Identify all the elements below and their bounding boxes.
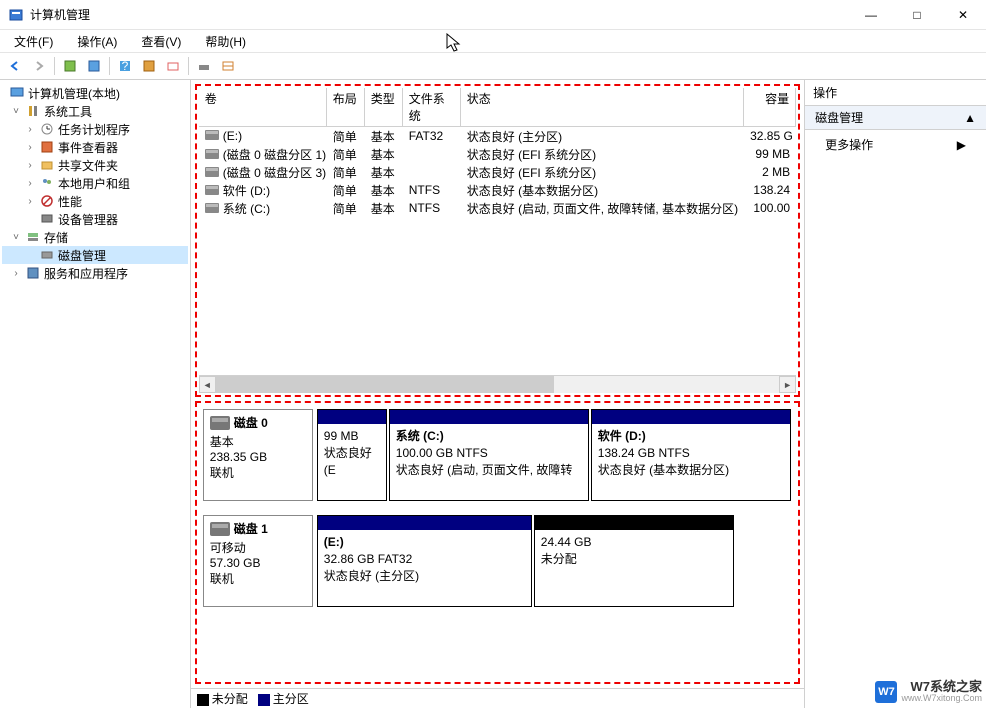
clock-icon [39, 121, 55, 137]
col-fs[interactable]: 文件系统 [403, 88, 461, 126]
scrollbar-track[interactable] [216, 376, 779, 393]
tree-task-scheduler[interactable]: › 任务计划程序 [2, 120, 188, 138]
performance-icon [39, 193, 55, 209]
volume-list-region: 卷 布局 类型 文件系统 状态 容量 (E:)简单基本FAT32状态良好 (主分… [195, 84, 800, 397]
toolbar-btn-5[interactable] [193, 55, 215, 77]
menu-action[interactable]: 操作(A) [71, 31, 123, 52]
drive-icon [205, 185, 219, 195]
center-panel: 卷 布局 类型 文件系统 状态 容量 (E:)简单基本FAT32状态良好 (主分… [191, 80, 805, 708]
titlebar: 计算机管理 — □ ✕ [0, 0, 986, 30]
menu-view[interactable]: 查看(V) [135, 31, 187, 52]
partition[interactable]: 24.44 GB未分配 [534, 515, 734, 607]
forward-button[interactable] [28, 55, 50, 77]
volume-row[interactable]: (E:)简单基本FAT32状态良好 (主分区)32.85 G [199, 127, 796, 145]
scroll-left-button[interactable]: ◄ [199, 376, 216, 393]
col-volume[interactable]: 卷 [199, 88, 327, 126]
tree-local-users[interactable]: › 本地用户和组 [2, 174, 188, 192]
drive-icon [205, 167, 219, 177]
event-icon [39, 139, 55, 155]
tools-icon [25, 103, 41, 119]
actions-panel: 操作 磁盘管理 ▲ 更多操作 ▶ [805, 80, 986, 708]
disk-mgmt-icon [39, 247, 55, 263]
menu-help[interactable]: 帮助(H) [199, 31, 252, 52]
close-button[interactable]: ✕ [940, 0, 986, 30]
disk-graphical-region: 磁盘 0基本238.35 GB联机99 MB状态良好 (E系统 (C:)100.… [195, 401, 800, 684]
chevron-right-icon: ▶ [957, 138, 966, 152]
collapse-icon: ▲ [964, 111, 976, 125]
drive-icon [205, 130, 219, 140]
col-status[interactable]: 状态 [461, 88, 744, 126]
disk-block: 磁盘 0基本238.35 GB联机99 MB状态良好 (E系统 (C:)100.… [203, 409, 792, 501]
menu-file[interactable]: 文件(F) [8, 31, 59, 52]
tree-services[interactable]: › 服务和应用程序 [2, 264, 188, 282]
volume-header: 卷 布局 类型 文件系统 状态 容量 [199, 88, 796, 127]
toolbar-btn-1[interactable] [59, 55, 81, 77]
volume-row[interactable]: 软件 (D:)简单基本NTFS状态良好 (基本数据分区)138.24 [199, 181, 796, 199]
tree-system-tools[interactable]: ˅ 系统工具 [2, 102, 188, 120]
tree-performance[interactable]: › 性能 [2, 192, 188, 210]
actions-more[interactable]: 更多操作 ▶ [805, 130, 986, 159]
menubar: 文件(F) 操作(A) 查看(V) 帮助(H) [0, 30, 986, 52]
folder-icon [39, 157, 55, 173]
legend-unallocated: 未分配 [197, 690, 248, 707]
col-type[interactable]: 类型 [365, 88, 403, 126]
disk-block: 磁盘 1可移动57.30 GB联机(E:)32.86 GB FAT32状态良好 … [203, 515, 792, 607]
toolbar-btn-6[interactable] [217, 55, 239, 77]
app-icon [8, 7, 24, 23]
scrollbar-thumb[interactable] [216, 376, 554, 393]
actions-header: 操作 [805, 80, 986, 106]
volume-row[interactable]: (磁盘 0 磁盘分区 1)简单基本状态良好 (EFI 系统分区)99 MB [199, 145, 796, 163]
device-icon [39, 211, 55, 227]
help-button[interactable]: ? [114, 55, 136, 77]
watermark-main: W7系统之家 [901, 680, 982, 694]
window-title: 计算机管理 [30, 6, 848, 23]
computer-icon [9, 85, 25, 101]
maximize-button[interactable]: □ [894, 0, 940, 30]
legend: 未分配 主分区 [191, 688, 804, 708]
toolbar-btn-4[interactable] [162, 55, 184, 77]
services-icon [25, 265, 41, 281]
partition[interactable]: 系统 (C:)100.00 GB NTFS状态良好 (启动, 页面文件, 故障转 [389, 409, 589, 501]
tree-shared-folders[interactable]: › 共享文件夹 [2, 156, 188, 174]
col-capacity[interactable]: 容量 [744, 88, 796, 126]
svg-text:?: ? [122, 59, 129, 73]
drive-icon [205, 203, 219, 213]
users-icon [39, 175, 55, 191]
navigation-tree[interactable]: 计算机管理(本地) ˅ 系统工具 › 任务计划程序 › 事件查看器 › 共享文件… [0, 80, 191, 708]
tree-storage[interactable]: ˅ 存储 [2, 228, 188, 246]
disk-info[interactable]: 磁盘 1可移动57.30 GB联机 [203, 515, 313, 607]
volume-row[interactable]: 系统 (C:)简单基本NTFS状态良好 (启动, 页面文件, 故障转储, 基本数… [199, 199, 796, 217]
disk-icon [210, 522, 230, 536]
tree-device-manager[interactable]: 设备管理器 [2, 210, 188, 228]
partition[interactable]: 软件 (D:)138.24 GB NTFS状态良好 (基本数据分区) [591, 409, 791, 501]
disk-icon [210, 416, 230, 430]
watermark-sub: www.W7xitong.Com [901, 694, 982, 704]
watermark-logo: W7 [875, 681, 897, 703]
toolbar-btn-2[interactable] [83, 55, 105, 77]
toolbar-btn-3[interactable] [138, 55, 160, 77]
minimize-button[interactable]: — [848, 0, 894, 30]
disk-info[interactable]: 磁盘 0基本238.35 GB联机 [203, 409, 313, 501]
scroll-right-button[interactable]: ► [779, 376, 796, 393]
actions-group[interactable]: 磁盘管理 ▲ [805, 106, 986, 130]
tree-event-viewer[interactable]: › 事件查看器 [2, 138, 188, 156]
watermark: W7 W7系统之家 www.W7xitong.Com [875, 680, 982, 704]
col-layout[interactable]: 布局 [327, 88, 365, 126]
volume-row[interactable]: (磁盘 0 磁盘分区 3)简单基本状态良好 (EFI 系统分区)2 MB [199, 163, 796, 181]
tree-root[interactable]: 计算机管理(本地) [2, 84, 188, 102]
drive-icon [205, 149, 219, 159]
tree-disk-management[interactable]: 磁盘管理 [2, 246, 188, 264]
toolbar: ? [0, 52, 986, 80]
legend-primary: 主分区 [258, 690, 309, 707]
partition[interactable]: (E:)32.86 GB FAT32状态良好 (主分区) [317, 515, 532, 607]
window-controls: — □ ✕ [848, 0, 986, 30]
volume-list[interactable]: (E:)简单基本FAT32状态良好 (主分区)32.85 G(磁盘 0 磁盘分区… [199, 127, 796, 375]
partition[interactable]: 99 MB状态良好 (E [317, 409, 387, 501]
back-button[interactable] [4, 55, 26, 77]
horizontal-scrollbar[interactable]: ◄ ► [199, 375, 796, 393]
storage-icon [25, 229, 41, 245]
